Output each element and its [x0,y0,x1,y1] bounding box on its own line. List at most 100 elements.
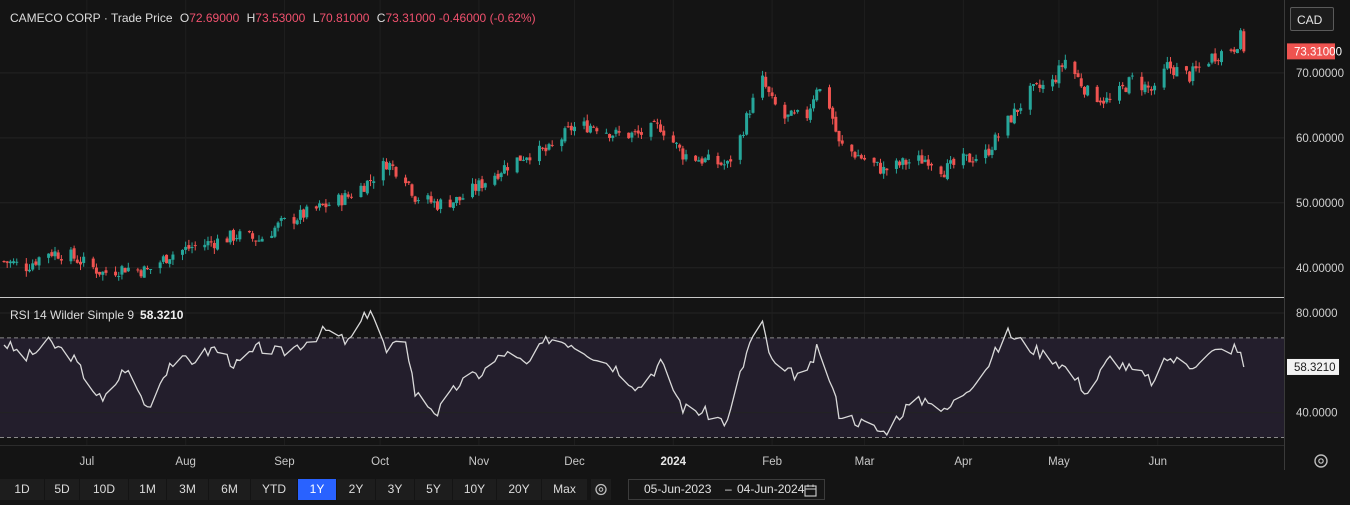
candle-body [499,173,503,178]
candle-body [604,132,608,134]
candle-body [923,159,927,162]
candle-body [8,261,12,264]
candle-body [1041,84,1045,90]
candle-body [1016,109,1020,112]
candle-body [193,245,197,247]
range-button-6m[interactable]: 6M [209,479,250,500]
candle-body [1213,53,1217,62]
rsi-legend-label: RSI 14 Wilder Simple 9 [10,308,135,322]
candle-body [292,217,296,224]
calendar-icon[interactable] [804,484,817,497]
candle-body [636,130,640,134]
candle-body [413,196,417,202]
month-tick-label: Mar [855,456,875,468]
custom-range-button[interactable] [591,479,611,500]
candle-body [875,161,879,163]
candle-body [872,157,876,163]
candle-body [410,184,414,196]
range-button-2y[interactable]: 2Y [337,479,375,500]
date-range-picker[interactable]: 05-Jun-2023 – 04-Jun-2024 [628,479,825,500]
candle-body [12,261,16,264]
candle-body [1073,61,1077,75]
candle-body [611,135,615,138]
candle-body [1165,62,1169,69]
range-button-1m[interactable]: 1M [129,479,166,500]
candle-body [566,126,570,128]
candle-body [180,249,184,255]
candle-body [94,267,98,274]
candle-body [225,238,229,243]
range-button-20y[interactable]: 20Y [497,479,541,500]
candle-body [1232,49,1236,52]
candle-body [451,202,455,209]
candle-body [238,231,242,240]
range-button-10y[interactable]: 10Y [453,479,496,500]
candle-body [282,217,286,219]
candle-body [136,269,140,271]
candle-body [1197,66,1201,68]
candle-body [231,229,235,241]
rsi-legend-value: 58.3210 [140,308,184,322]
candle-body [279,218,283,221]
month-tick-label: 2024 [661,456,687,468]
candle-body [1207,63,1211,67]
candle-body [1118,85,1122,101]
range-button-1y[interactable]: 1Y [298,479,336,500]
candle-body [585,120,589,133]
candle-body [837,130,841,142]
candle-body [346,194,350,197]
candle-body [1146,85,1150,88]
candle-body [206,241,210,246]
candle-body [1035,83,1039,85]
candle-body [359,185,363,198]
month-tick-label: Apr [954,456,972,468]
candle-body [114,271,118,276]
chart-canvas[interactable]: 70.00000 60.00000 50.00000 40.00000 73.31000… [0,0,1350,477]
range-button-ytd[interactable]: YTD [251,479,297,500]
candle-body [324,203,328,208]
candle-body [671,135,675,143]
month-tick-label: Aug [175,456,195,468]
candle-body [101,271,105,275]
candle-body [1188,71,1192,82]
candle-body [850,144,854,152]
range-button-3m[interactable]: 3M [167,479,208,500]
candle-body [31,263,35,270]
candle-body [987,148,991,156]
candle-body [547,144,551,150]
currency-selector[interactable]: CAD [1290,7,1334,31]
range-button-max[interactable]: Max [542,479,587,500]
candle-body [365,180,369,194]
candle-body [796,110,800,112]
candle-body [435,201,439,210]
candle-body [171,254,175,260]
candle-body [2,261,6,263]
candle-body [993,134,997,150]
candle-body [78,261,82,265]
candle-body [384,161,388,170]
range-button-5y[interactable]: 5Y [415,479,452,500]
candle-body [448,199,452,208]
candle-body [235,238,239,240]
candle-body [1051,79,1055,87]
candle-body [856,155,860,157]
range-button-3y[interactable]: 3Y [376,479,414,500]
candle-body [72,248,76,259]
range-button-1d[interactable]: 1D [0,479,44,500]
candle-body [318,203,322,208]
candle-body [369,180,373,182]
candle-body [381,161,385,181]
candle-body [53,251,57,257]
candle-body [904,160,908,165]
open-key: O [179,11,190,25]
candle-body [614,129,618,134]
range-button-10d[interactable]: 10D [80,479,128,500]
candle-body [783,104,787,119]
candle-body [1191,66,1195,82]
candle-body [544,147,548,152]
month-tick-label: May [1048,456,1070,468]
candle-body [608,134,612,138]
range-button-5d[interactable]: 5D [45,479,79,500]
candle-body [518,155,522,161]
candle-body [885,168,889,171]
